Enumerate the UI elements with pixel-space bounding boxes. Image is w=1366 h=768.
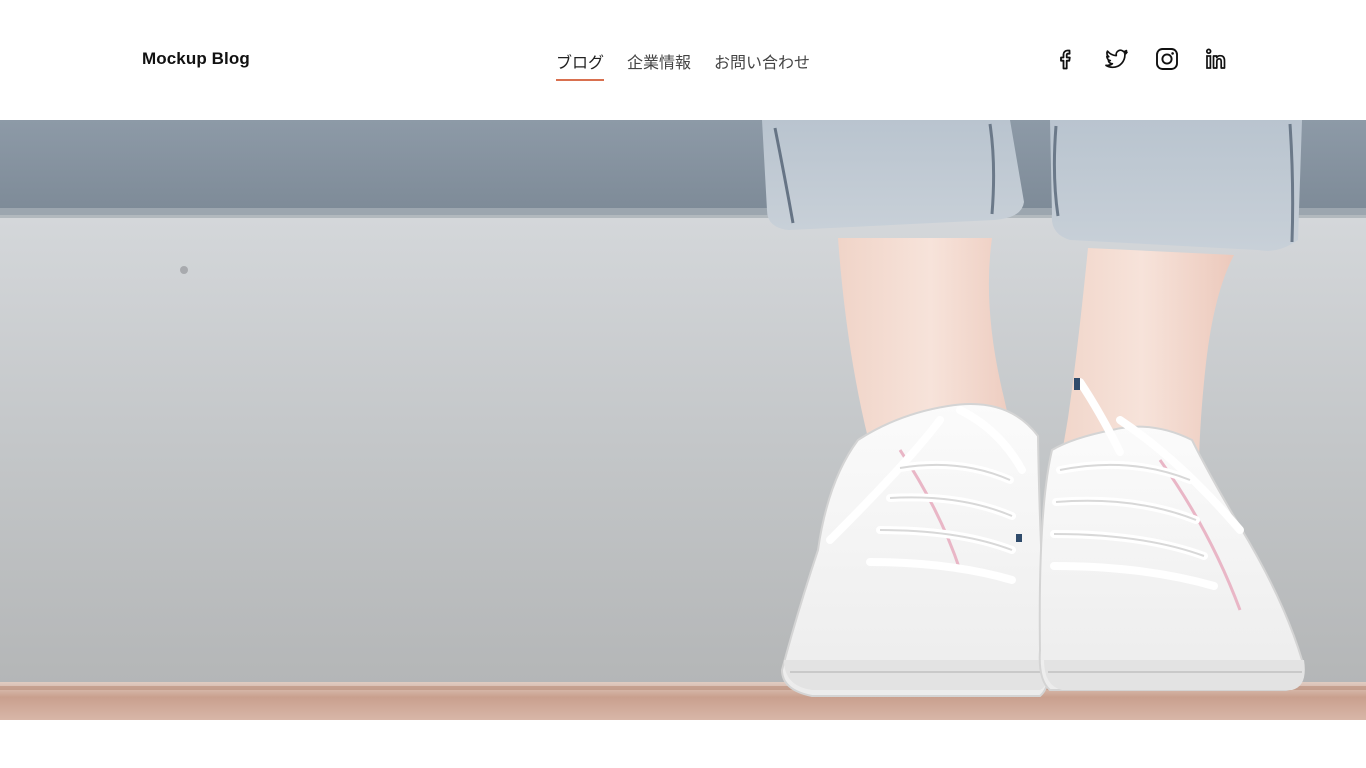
twitter-icon[interactable] [1104, 46, 1130, 72]
nav-item-blog[interactable]: ブログ [556, 49, 605, 81]
hero-image [0, 120, 1366, 720]
nav-item-contact[interactable]: お問い合わせ [714, 49, 810, 81]
site-header: Mockup Blog ブログ 企業情報 お問い合わせ [0, 0, 1366, 120]
hero-sneakers-illustration [0, 120, 1366, 720]
instagram-icon[interactable] [1154, 46, 1180, 72]
site-logo[interactable]: Mockup Blog [142, 49, 250, 69]
linkedin-icon[interactable] [1204, 46, 1230, 72]
main-nav: ブログ 企業情報 お問い合わせ [556, 49, 810, 81]
social-links [1054, 46, 1230, 72]
nav-item-company[interactable]: 企業情報 [627, 49, 691, 81]
facebook-icon[interactable] [1054, 46, 1080, 72]
